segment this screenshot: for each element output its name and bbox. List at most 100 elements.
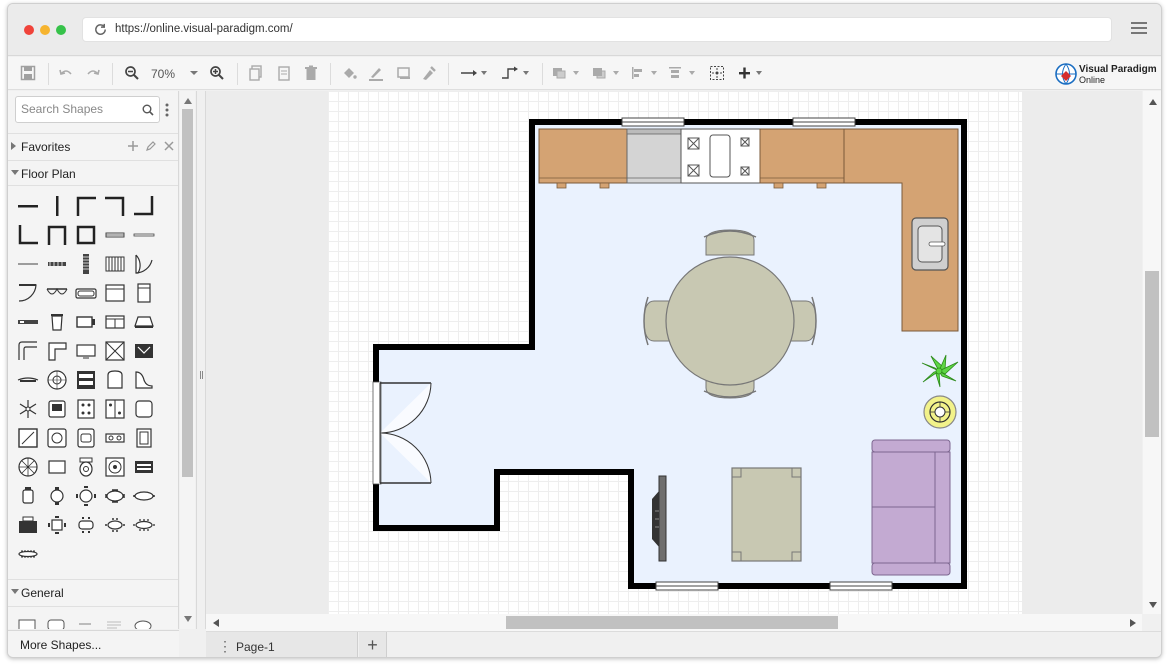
stairs-shape[interactable] <box>103 252 127 276</box>
square-table-shape[interactable] <box>45 513 69 537</box>
shadow-icon[interactable] <box>396 63 412 83</box>
ellipse-shape[interactable] <box>134 619 152 629</box>
scroll-up-chevron-icon[interactable] <box>184 98 192 104</box>
section-floor-plan[interactable]: Floor Plan <box>8 160 178 186</box>
scroll-left-chevron-icon[interactable] <box>213 619 219 627</box>
dresser-shape[interactable] <box>74 368 98 392</box>
double-sink-shape[interactable] <box>103 426 127 450</box>
railing-shape[interactable] <box>45 252 69 276</box>
zoom-in-icon[interactable] <box>209 63 225 83</box>
trash-can-shape[interactable] <box>45 310 69 334</box>
line-color-icon[interactable] <box>368 63 384 83</box>
plant-shape[interactable] <box>16 397 40 421</box>
close-icon[interactable] <box>164 141 174 151</box>
close-window-dot[interactable] <box>24 25 34 35</box>
chair-single-shape[interactable] <box>16 484 40 508</box>
add-page-button[interactable]: + <box>359 632 387 657</box>
washer-shape[interactable] <box>103 455 127 479</box>
rect-table-shape[interactable] <box>74 513 98 537</box>
add-favorite-icon[interactable] <box>128 141 138 151</box>
display-shape[interactable] <box>132 339 156 363</box>
rectangle-shape[interactable] <box>18 619 36 629</box>
canvas-vertical-scrollbar[interactable] <box>1143 91 1161 614</box>
sink-shape[interactable] <box>74 426 98 450</box>
toilet-shape[interactable] <box>74 455 98 479</box>
distribute-icon[interactable] <box>668 63 698 83</box>
delete-icon[interactable] <box>304 63 318 83</box>
search-shapes-input[interactable] <box>21 102 139 116</box>
redo-icon[interactable] <box>85 63 101 83</box>
box-x-shape[interactable] <box>103 339 127 363</box>
wall-corner-top-left-shape[interactable] <box>74 194 98 218</box>
undo-icon[interactable] <box>58 63 74 83</box>
dishwasher[interactable] <box>626 128 682 184</box>
oval-table-six-shape[interactable] <box>103 513 127 537</box>
canvas-horizontal-scroll-thumb[interactable] <box>506 616 838 629</box>
coffee-table[interactable] <box>731 467 802 562</box>
copy-icon[interactable] <box>249 63 263 83</box>
wall-corner-bottom-left-shape[interactable] <box>16 223 40 247</box>
edit-pencil-icon[interactable] <box>146 141 156 151</box>
dining-chair-left[interactable] <box>643 296 670 346</box>
panel-splitter[interactable] <box>196 91 206 629</box>
hamburger-menu-icon[interactable] <box>1131 22 1147 36</box>
paste-icon[interactable] <box>277 63 291 83</box>
align-icon[interactable] <box>630 63 660 83</box>
section-favorites[interactable]: Favorites <box>8 133 178 159</box>
arrange-front-icon[interactable] <box>552 63 582 83</box>
grill-shape[interactable] <box>132 455 156 479</box>
textbox-shape[interactable] <box>105 619 123 629</box>
sofa[interactable] <box>871 439 951 576</box>
floor-plan-diagram[interactable] <box>328 91 1022 614</box>
piano-shape[interactable] <box>132 310 156 334</box>
page-tab-label[interactable]: Page-1 <box>236 640 275 654</box>
scroll-down-chevron-icon[interactable] <box>1149 602 1157 608</box>
counter-middle[interactable] <box>759 128 845 184</box>
arrange-back-icon[interactable] <box>592 63 622 83</box>
diagram-page[interactable] <box>328 91 1022 614</box>
stairs-vertical-shape[interactable] <box>74 252 98 276</box>
stove-shape[interactable] <box>103 310 127 334</box>
bed-shape[interactable] <box>45 455 69 479</box>
window-thin-shape[interactable] <box>132 223 156 247</box>
sidebar-scrollbar[interactable] <box>180 91 195 629</box>
refrigerator-shape[interactable] <box>132 281 156 305</box>
counter-left[interactable] <box>538 128 628 184</box>
counter-shape[interactable] <box>16 310 40 334</box>
conference-table-shape[interactable] <box>16 542 40 566</box>
cooktop-shape[interactable] <box>74 397 98 421</box>
sidebar-options-icon[interactable] <box>165 103 169 117</box>
table-four-chairs-shape[interactable] <box>74 484 98 508</box>
l-counter-shape[interactable] <box>45 339 69 363</box>
bookshelf-shape[interactable] <box>132 426 156 450</box>
url-text[interactable]: https://online.visual-paradigm.com/ <box>115 23 293 35</box>
shower-shape[interactable] <box>16 426 40 450</box>
window-shape[interactable] <box>103 223 127 247</box>
fit-selection-icon[interactable] <box>709 63 725 83</box>
waypoint-style-icon[interactable] <box>500 63 530 83</box>
zoom-dropdown-chevron-down-icon[interactable] <box>189 63 199 83</box>
scroll-up-chevron-icon[interactable] <box>1149 99 1157 105</box>
maximize-window-dot[interactable] <box>56 25 66 35</box>
ceiling-fan-shape[interactable] <box>16 455 40 479</box>
wall-u-shape[interactable] <box>45 223 69 247</box>
rounded-rectangle-shape[interactable] <box>47 619 65 629</box>
range-oven-shape[interactable] <box>74 310 98 334</box>
zoom-level[interactable]: 70% <box>151 67 175 81</box>
wall-corner-bottom-right-shape[interactable] <box>132 194 156 218</box>
canvas-horizontal-scrollbar[interactable] <box>206 614 1142 631</box>
wall-corner-top-right-shape[interactable] <box>103 194 127 218</box>
diagram-canvas-area[interactable] <box>206 91 1142 614</box>
format-painter-icon[interactable] <box>421 63 437 83</box>
double-door-shape[interactable] <box>45 281 69 305</box>
scroll-down-chevron-icon[interactable] <box>184 616 192 622</box>
sink-cabinet-shape[interactable] <box>45 397 69 421</box>
wall-vertical-shape[interactable] <box>45 194 69 218</box>
banquet-table-shape[interactable] <box>132 513 156 537</box>
canvas-vertical-scroll-thumb[interactable] <box>1145 271 1159 437</box>
scroll-right-chevron-icon[interactable] <box>1130 619 1136 627</box>
fill-color-icon[interactable] <box>341 63 357 83</box>
oval-table-shape[interactable] <box>103 484 127 508</box>
reload-icon[interactable] <box>93 22 108 37</box>
address-bar[interactable]: https://online.visual-paradigm.com/ <box>82 17 1112 42</box>
